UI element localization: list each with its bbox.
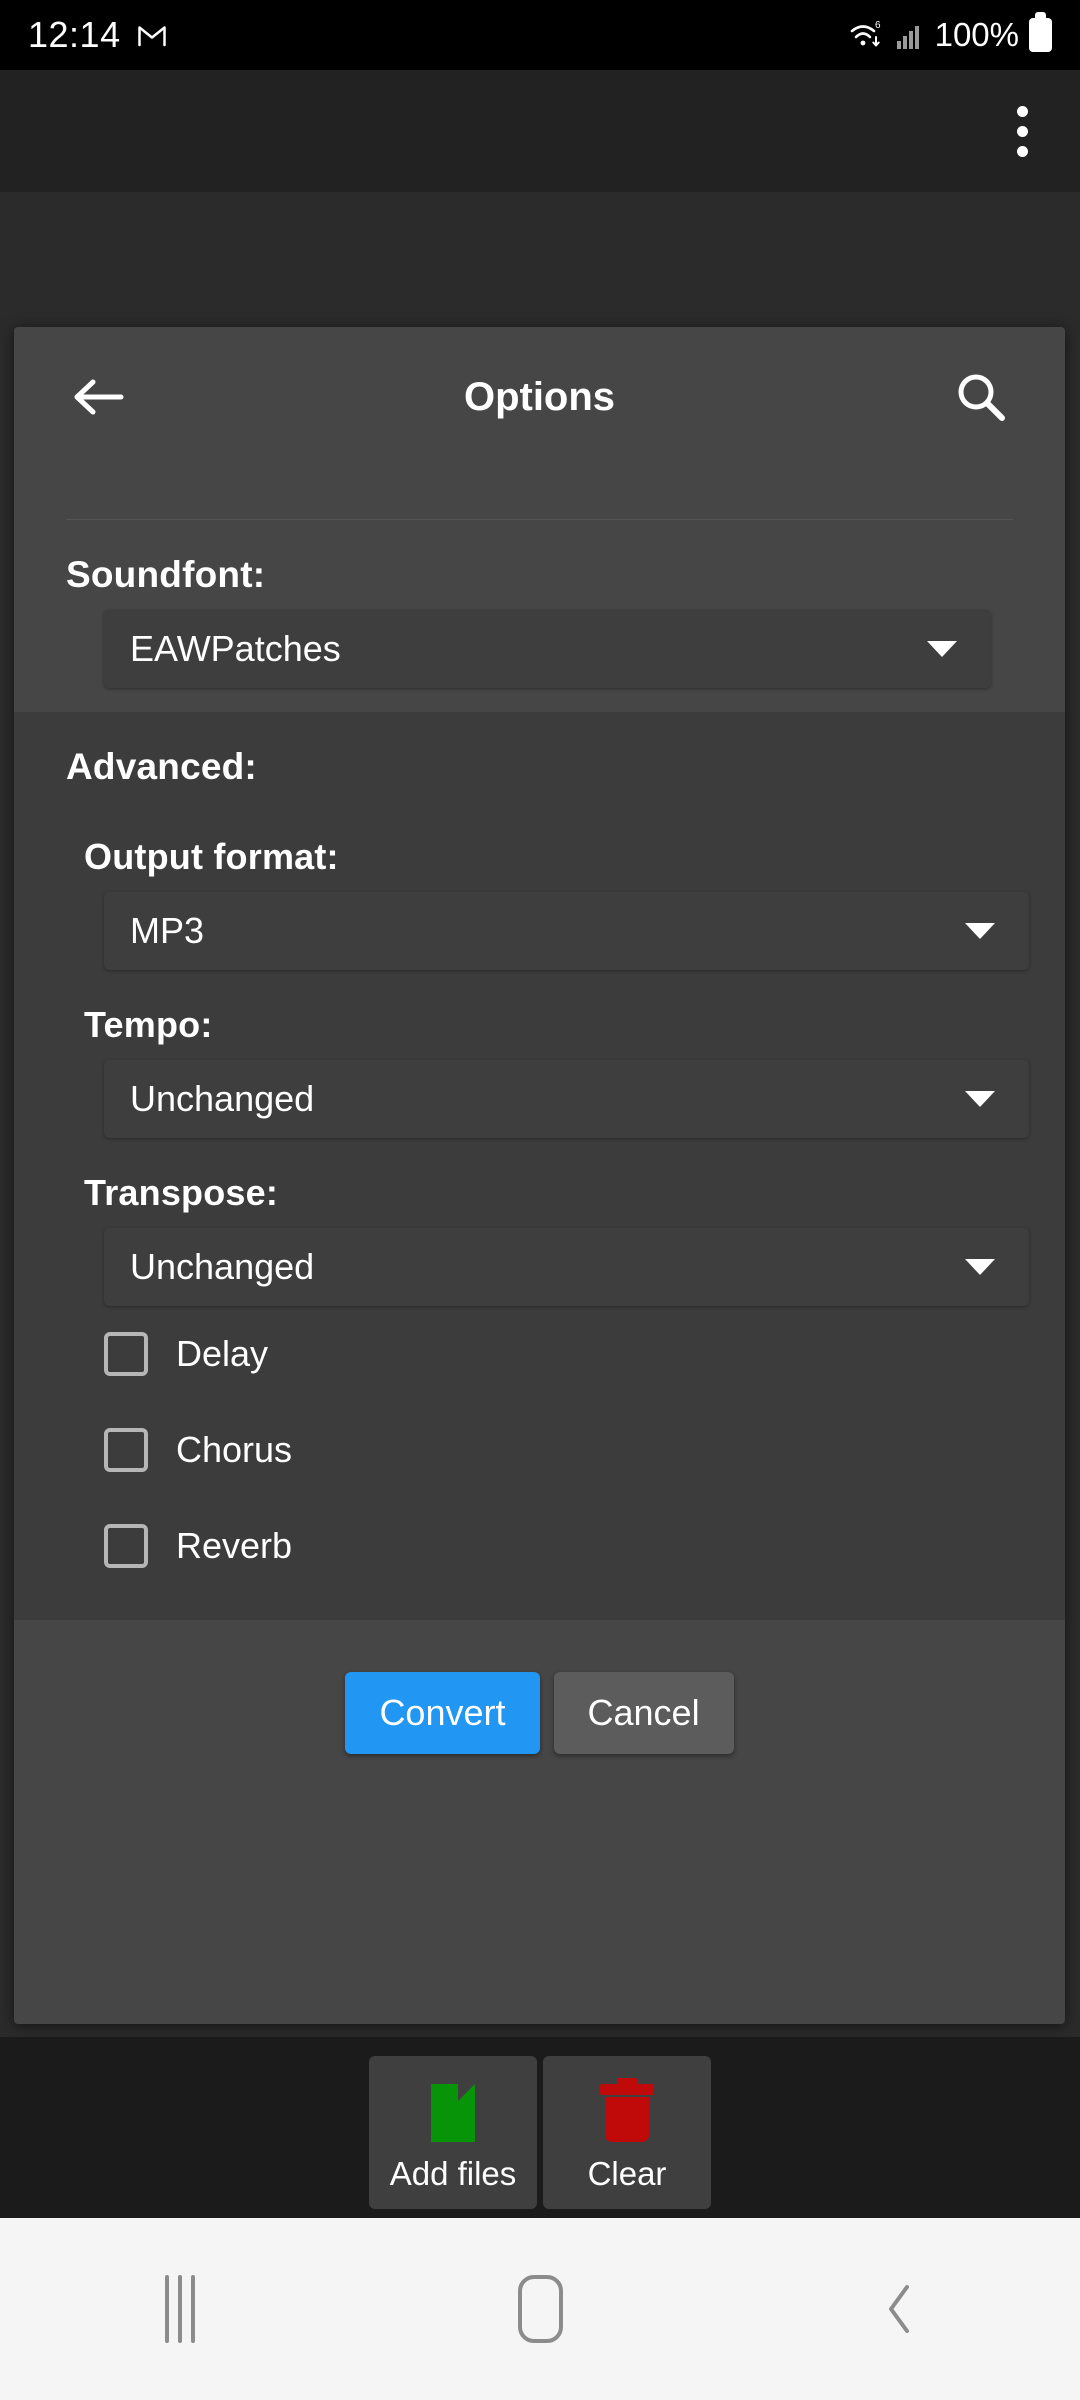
convert-button[interactable]: Convert xyxy=(345,1672,540,1754)
status-bar-right: 6 100% xyxy=(849,12,1052,54)
soundfont-section: Soundfont: xyxy=(14,520,1065,610)
clear-label: Clear xyxy=(587,2155,667,2192)
home-icon xyxy=(517,2275,563,2343)
status-bar-clock: 12:14 xyxy=(28,14,121,55)
app-bar xyxy=(0,70,1080,192)
chevron-down-icon xyxy=(965,923,995,939)
chorus-label: Chorus xyxy=(176,1429,293,1470)
transpose-value: Unchanged xyxy=(130,1246,315,1287)
file-document-icon xyxy=(431,2084,475,2142)
reverb-checkbox[interactable] xyxy=(104,1524,148,1568)
back-button[interactable] xyxy=(60,359,136,435)
trash-icon xyxy=(600,2078,654,2142)
more-vertical-icon[interactable] xyxy=(1001,92,1044,171)
soundfont-value: EAWPatches xyxy=(130,628,341,669)
svg-text:6: 6 xyxy=(875,20,881,31)
tempo-label: Tempo: xyxy=(84,1004,213,1045)
gmail-icon xyxy=(137,26,166,47)
bottom-toolbar: Add files Clear xyxy=(0,2037,1080,2218)
advanced-label: Advanced: xyxy=(66,746,257,787)
search-icon xyxy=(958,374,1005,421)
phone-screen: 12:14 6 100% Options Soundfont: EAWPatch… xyxy=(0,0,1080,2400)
delay-checkbox[interactable] xyxy=(104,1332,148,1376)
add-files-button[interactable]: Add files xyxy=(369,2056,537,2209)
recents-icon xyxy=(165,2275,195,2343)
tempo-value: Unchanged xyxy=(130,1078,315,1119)
chorus-checkbox[interactable] xyxy=(104,1428,148,1472)
output-format-spinner[interactable]: MP3 xyxy=(104,892,1029,970)
clear-button[interactable]: Clear xyxy=(543,2056,711,2209)
home-button[interactable] xyxy=(450,2249,630,2369)
soundfont-spinner[interactable]: EAWPatches xyxy=(104,610,991,688)
transpose-label: Transpose: xyxy=(84,1172,279,1213)
delay-checkbox-row[interactable]: Delay xyxy=(14,1306,1065,1402)
back-chevron-icon xyxy=(889,2285,909,2333)
status-bar-left: 12:14 xyxy=(28,14,167,56)
delay-label: Delay xyxy=(176,1333,269,1374)
back-button-nav[interactable] xyxy=(810,2249,990,2369)
transpose-spinner[interactable]: Unchanged xyxy=(104,1228,1029,1306)
battery-full-icon xyxy=(1029,12,1052,52)
recents-button[interactable] xyxy=(90,2249,270,2369)
status-bar: 12:14 6 100% xyxy=(0,0,1080,70)
chorus-checkbox-row[interactable]: Chorus xyxy=(14,1402,1065,1498)
search-button[interactable] xyxy=(943,359,1019,435)
system-navigation-bar xyxy=(0,2218,1080,2400)
chevron-down-icon xyxy=(965,1259,995,1275)
add-files-label: Add files xyxy=(389,2155,517,2192)
battery-percent-label: 100% xyxy=(934,16,1019,53)
cellular-signal-icon xyxy=(896,26,919,49)
dialog-title: Options xyxy=(463,374,616,419)
cancel-button[interactable]: Cancel xyxy=(553,1672,734,1754)
arrow-left-icon xyxy=(74,379,124,415)
soundfont-label: Soundfont: xyxy=(66,554,266,595)
output-format-value: MP3 xyxy=(130,910,205,951)
reverb-checkbox-row[interactable]: Reverb xyxy=(14,1498,1065,1594)
options-dialog: Options Soundfont: EAWPatches Advanced: … xyxy=(14,327,1065,2024)
output-format-label: Output format: xyxy=(84,836,339,877)
tempo-spinner[interactable]: Unchanged xyxy=(104,1060,1029,1138)
chevron-down-icon xyxy=(965,1091,995,1107)
chevron-down-icon xyxy=(927,641,957,657)
dialog-button-row: Convert Cancel xyxy=(14,1620,1065,1754)
dialog-header: Options xyxy=(14,327,1065,467)
reverb-label: Reverb xyxy=(176,1525,293,1566)
wifi-6-icon: 6 xyxy=(850,20,881,47)
advanced-panel: Advanced: Output format: MP3 Tempo: Unch… xyxy=(14,712,1065,1620)
